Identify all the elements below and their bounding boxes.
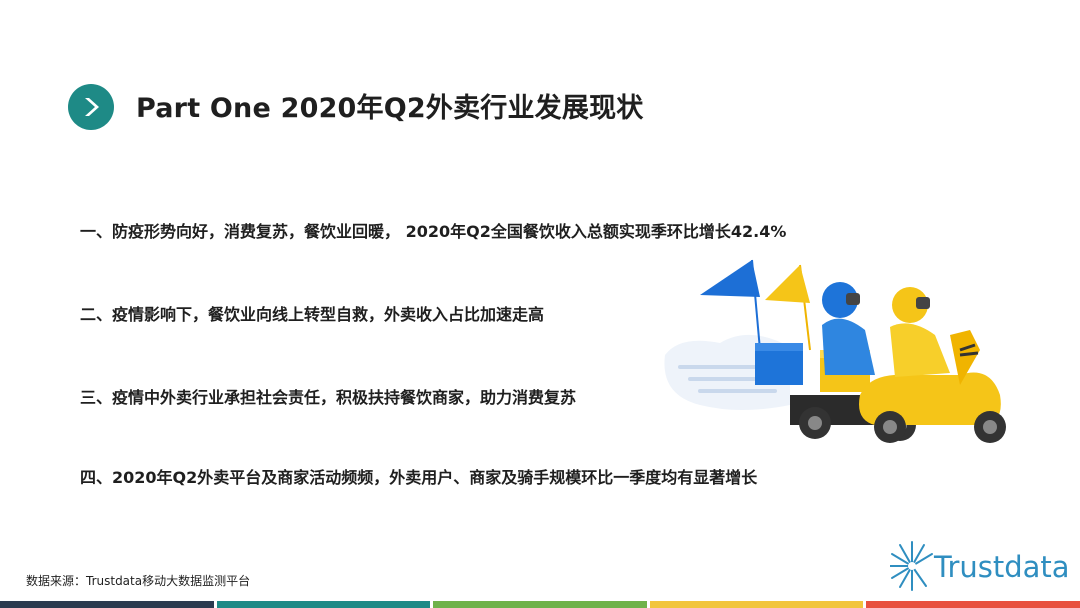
point-4: 四、2020年Q2外卖平台及商家活动频频，外卖用户、商家及骑手规模环比一季度均有… [80, 464, 757, 488]
point-number: 四、 [80, 468, 113, 487]
page-title: Part One 2020年Q2外卖行业发展现状 [136, 93, 644, 124]
footer-color-bar [0, 601, 1080, 608]
data-source-note: 数据来源：Trustdata移动大数据监测平台 [26, 574, 251, 588]
point-1: 一、防疫形势向好，消费复苏，餐饮业回暖， 2020年Q2全国餐饮收入总额实现季环… [80, 218, 786, 242]
point-text: 2020年Q2外卖平台及商家活动频频，外卖用户、商家及骑手规模环比一季度均有显著… [112, 468, 758, 487]
trustdata-logo: Trustdata [889, 536, 1070, 596]
point-number: 二、 [80, 305, 113, 324]
header-chevron-icon [68, 84, 114, 130]
footer-segment [0, 601, 214, 608]
footer-segment [216, 601, 431, 608]
point-number: 三、 [80, 388, 113, 407]
point-2: 二、疫情影响下，餐饮业向线上转型自救，外卖收入占比加速走高 [80, 301, 544, 325]
point-text: 疫情中外卖行业承担社会责任，积极扶持餐饮商家，助力消费复苏 [112, 388, 577, 407]
point-3: 三、疫情中外卖行业承担社会责任，积极扶持餐饮商家，助力消费复苏 [80, 384, 576, 408]
sunburst-logo-icon [889, 541, 933, 591]
footer-segment [433, 601, 647, 608]
footer-segment [649, 601, 864, 608]
delivery-scooter-illustration [664, 259, 1006, 443]
point-text: 防疫形势向好，消费复苏，餐饮业回暖， 2020年Q2全国餐饮收入总额实现季环比增… [112, 222, 787, 241]
footer-segment [866, 601, 1080, 608]
point-text: 疫情影响下，餐饮业向线上转型自救，外卖收入占比加速走高 [112, 305, 545, 324]
point-number: 一、 [80, 222, 113, 241]
logo-text: Trustdata [934, 550, 1070, 584]
